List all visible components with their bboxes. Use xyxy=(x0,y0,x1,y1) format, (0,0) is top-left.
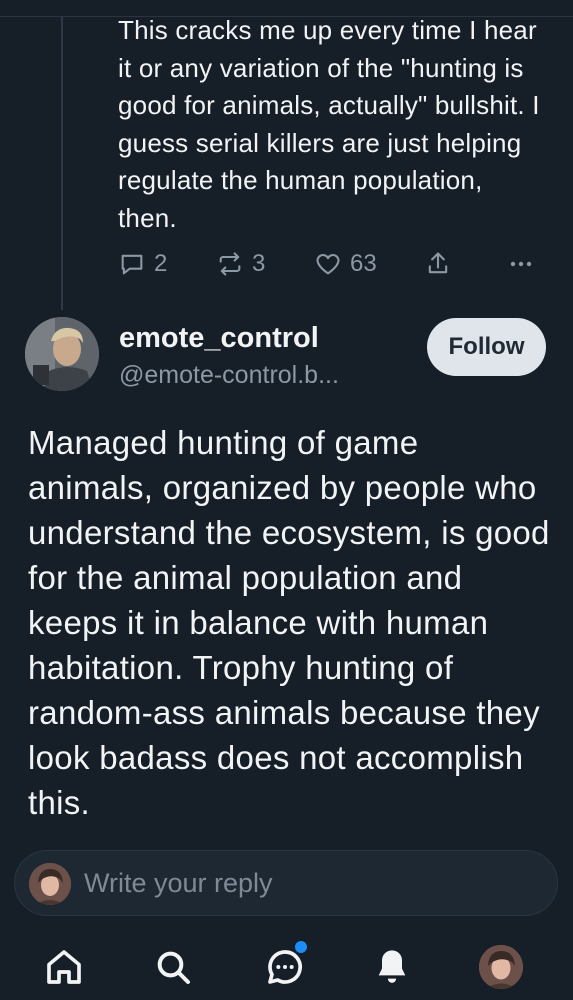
post-text: Managed hunting of game animals, organiz… xyxy=(28,424,550,821)
profile-avatar xyxy=(479,945,523,989)
repost-icon xyxy=(219,252,241,276)
bottom-navigation xyxy=(0,933,573,1000)
home-icon xyxy=(47,950,81,984)
share-icon xyxy=(428,252,448,274)
share-action[interactable] xyxy=(424,246,452,282)
reply-bar: Write your reply xyxy=(0,843,573,933)
reply-user-avatar xyxy=(29,863,71,905)
thread-connector-line xyxy=(61,16,63,310)
more-options-action[interactable] xyxy=(506,246,536,282)
search-icon xyxy=(157,951,190,984)
heart-icon xyxy=(316,253,340,275)
parent-post-actions: 2 3 63 xyxy=(118,246,548,282)
nav-notifications[interactable] xyxy=(364,939,420,995)
post-body: Managed hunting of game animals, organiz… xyxy=(0,420,573,848)
repost-count: 3 xyxy=(252,250,266,277)
reply-input[interactable]: Write your reply xyxy=(14,850,558,916)
author-handle[interactable]: @emote-control.b... xyxy=(119,361,339,390)
chat-icon xyxy=(268,950,302,984)
author-name[interactable]: emote_control xyxy=(119,322,319,355)
nav-search[interactable] xyxy=(145,939,201,995)
reply-placeholder: Write your reply xyxy=(84,868,273,898)
repost-action[interactable]: 3 xyxy=(216,246,265,282)
like-action[interactable]: 63 xyxy=(314,246,377,282)
nav-home[interactable] xyxy=(36,939,92,995)
nav-profile[interactable] xyxy=(473,939,529,995)
reply-icon xyxy=(121,254,143,275)
reply-action[interactable]: 2 xyxy=(118,246,167,282)
chat-notification-dot xyxy=(295,941,307,953)
reply-count: 2 xyxy=(154,250,168,277)
nav-chat[interactable] xyxy=(257,939,313,995)
author-avatar[interactable] xyxy=(25,317,99,391)
more-icon xyxy=(510,261,532,267)
like-count: 63 xyxy=(350,250,377,277)
bell-icon xyxy=(378,950,406,983)
follow-button[interactable]: Follow xyxy=(427,318,546,376)
parent-post-text: This cracks me up every time I hear it o… xyxy=(118,15,540,233)
